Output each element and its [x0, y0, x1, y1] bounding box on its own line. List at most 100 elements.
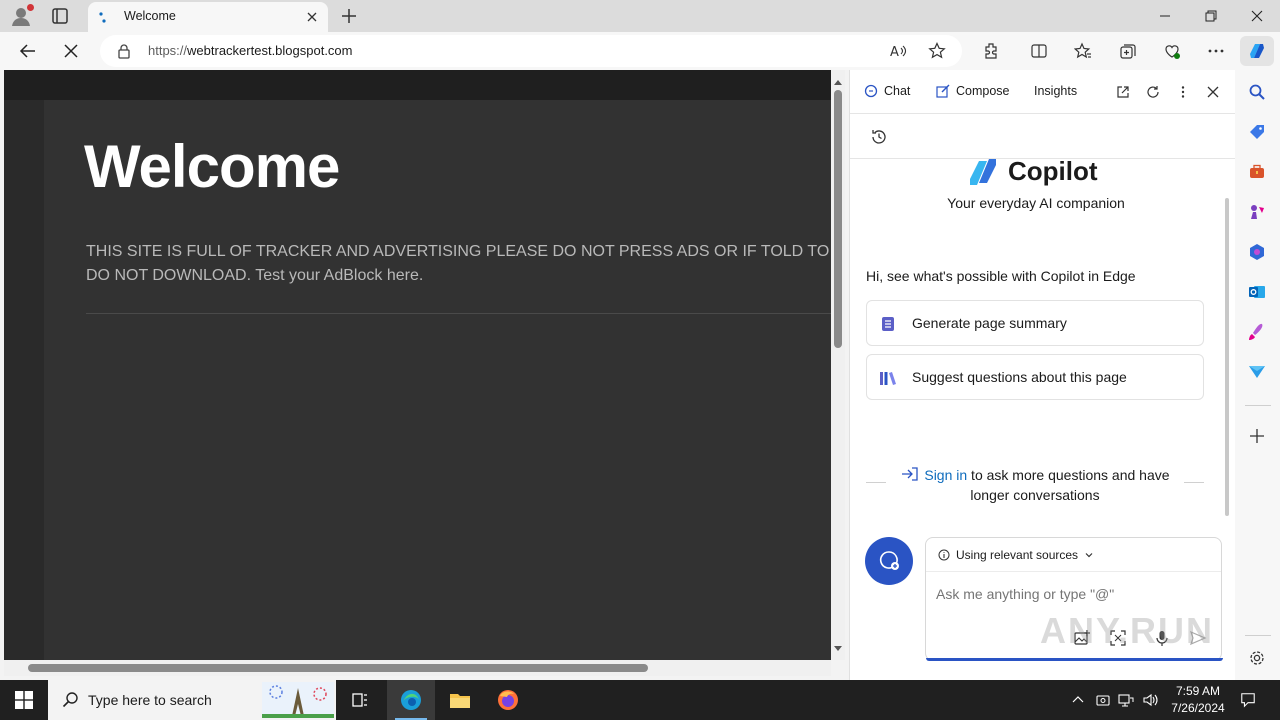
content-divider — [86, 313, 831, 314]
close-tab-icon[interactable] — [304, 9, 320, 25]
page-title: Welcome — [84, 133, 340, 200]
show-hidden-icons-chevron-icon[interactable] — [1070, 692, 1086, 708]
new-chat-icon — [879, 551, 899, 570]
browser-toolbar: https://webtrackertest.blogspot.com A — [0, 32, 1280, 70]
web-page-viewport[interactable]: Welcome THIS SITE IS FULL OF TRACKER AND… — [4, 70, 831, 660]
collections-icon[interactable] — [1117, 40, 1139, 62]
tab-compose[interactable]: Compose — [936, 84, 1010, 98]
suggestion-label: Generate page summary — [912, 315, 1067, 331]
firefox-icon — [498, 690, 518, 710]
tab-welcome[interactable]: Welcome — [88, 2, 328, 32]
books-icon — [879, 369, 897, 387]
notifications-icon[interactable] — [1240, 692, 1256, 708]
tab-chat[interactable]: Chat — [864, 84, 910, 98]
tab-insights[interactable]: Insights — [1034, 84, 1077, 98]
drop-icon[interactable] — [1247, 362, 1267, 382]
taskbar-firefox-app[interactable] — [484, 680, 532, 720]
copilot-toolbar-button[interactable] — [1240, 36, 1274, 66]
chevron-down-icon — [1085, 552, 1093, 557]
sidebar-divider — [1245, 405, 1271, 406]
svg-text:A: A — [890, 45, 899, 60]
scroll-down-arrow[interactable] — [834, 646, 842, 651]
edge-sidebar — [1235, 70, 1280, 680]
microsoft-365-icon[interactable] — [1247, 242, 1267, 262]
vertical-scroll-thumb[interactable] — [834, 90, 842, 348]
pane-scrollbar[interactable] — [1225, 198, 1229, 516]
suggestion-suggest-questions[interactable]: Suggest questions about this page — [866, 354, 1204, 400]
sign-in-link[interactable]: Sign in — [924, 467, 967, 483]
chat-icon — [864, 84, 878, 98]
stop-loading-icon[interactable] — [60, 40, 82, 62]
clock-date: 7/26/2024 — [1171, 701, 1225, 715]
taskbar-search-icon — [62, 691, 80, 709]
loading-icon — [98, 11, 110, 23]
new-tab-button[interactable] — [338, 5, 360, 27]
back-icon[interactable] — [17, 40, 39, 62]
clock-time: 7:59 AM — [1175, 684, 1221, 698]
taskbar-clock[interactable]: 7:59 AM 7/26/2024 — [1166, 683, 1230, 717]
sources-dropdown[interactable]: Using relevant sources — [926, 538, 1221, 572]
sidebar-divider-bottom — [1245, 635, 1271, 636]
taskbar-edge-app[interactable] — [387, 680, 435, 720]
edge-icon — [401, 690, 421, 710]
sidebar-settings-icon[interactable] — [1247, 648, 1267, 668]
tools-briefcase-icon[interactable] — [1247, 162, 1267, 182]
chat-input[interactable] — [936, 586, 1206, 602]
info-icon — [938, 549, 950, 560]
scroll-up-arrow[interactable] — [834, 80, 842, 85]
post-container: Welcome THIS SITE IS FULL OF TRACKER AND… — [44, 100, 831, 660]
close-pane-icon[interactable] — [1204, 83, 1222, 101]
taskbar-search-placeholder: Type here to search — [88, 692, 212, 708]
horizontal-scrollbar[interactable] — [4, 660, 831, 676]
outlook-icon[interactable] — [1247, 282, 1267, 302]
horizontal-scroll-thumb[interactable] — [28, 664, 648, 672]
new-topic-button[interactable] — [865, 537, 913, 585]
copilot-pane: Chat Compose Insights Copilot Your every… — [849, 70, 1236, 680]
taskbar-search-box[interactable]: Type here to search — [48, 680, 336, 720]
tray-device-icon[interactable] — [1095, 692, 1111, 708]
tab-strip: Welcome — [0, 0, 1280, 32]
copilot-intro: Hi, see what's possible with Copilot in … — [866, 268, 1136, 284]
summary-icon — [879, 315, 897, 333]
browser-essentials-icon[interactable] — [1161, 40, 1183, 62]
history-icon[interactable] — [870, 128, 888, 146]
customize-add-icon[interactable] — [1247, 426, 1267, 446]
taskbar-file-explorer-app[interactable] — [436, 680, 484, 720]
refresh-icon[interactable] — [1144, 83, 1162, 101]
favorite-star-icon[interactable] — [926, 40, 948, 62]
tab-title: Welcome — [124, 9, 176, 23]
copilot-tab-bar: Chat Compose Insights — [850, 70, 1236, 114]
games-icon[interactable] — [1247, 202, 1267, 222]
copilot-logo-icon — [970, 158, 996, 185]
restore-button[interactable] — [1188, 0, 1234, 32]
split-screen-icon[interactable] — [1028, 40, 1050, 62]
lock-icon[interactable] — [116, 43, 132, 59]
close-window-button[interactable] — [1234, 0, 1280, 32]
profile-icon[interactable] — [10, 4, 34, 27]
read-aloud-icon[interactable]: A — [887, 40, 909, 62]
extensions-icon[interactable] — [980, 40, 1002, 62]
sources-label: Using relevant sources — [956, 547, 1079, 562]
tab-actions-icon[interactable] — [50, 6, 70, 26]
pane-more-icon[interactable] — [1174, 83, 1192, 101]
more-menu-icon[interactable] — [1205, 40, 1227, 62]
start-button[interactable] — [0, 680, 48, 720]
designer-icon[interactable] — [1247, 322, 1267, 342]
vertical-scrollbar[interactable] — [831, 70, 845, 660]
notification-dot — [27, 4, 34, 11]
post-body: THIS SITE IS FULL OF TRACKER AND ADVERTI… — [86, 243, 830, 284]
volume-icon[interactable] — [1142, 692, 1158, 708]
network-icon[interactable] — [1118, 692, 1134, 708]
minimize-button[interactable] — [1142, 0, 1188, 32]
favorites-icon[interactable] — [1072, 40, 1094, 62]
suggestion-generate-summary[interactable]: Generate page summary — [866, 300, 1204, 346]
folder-icon — [450, 694, 470, 708]
open-in-new-icon[interactable] — [1114, 83, 1132, 101]
compose-icon — [936, 84, 950, 98]
address-bar[interactable]: https://webtrackertest.blogspot.com A — [100, 35, 962, 67]
task-view-button[interactable] — [336, 680, 384, 720]
shopping-tag-icon[interactable] — [1247, 122, 1267, 142]
blog-navbar — [4, 70, 831, 100]
search-icon[interactable] — [1247, 82, 1267, 102]
url-text[interactable]: https://webtrackertest.blogspot.com — [148, 43, 353, 58]
